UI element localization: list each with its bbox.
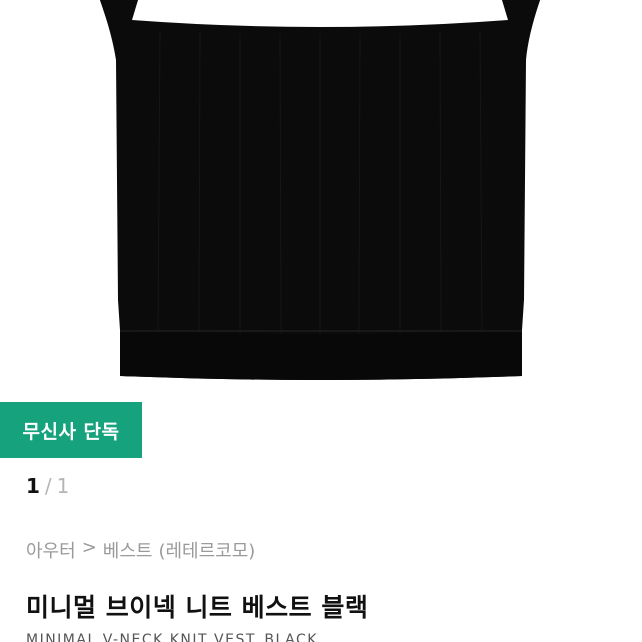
product-english-name: MINIMAL V-NECK KNIT VEST_BLACK [26,632,318,642]
breadcrumb: 아우터 > 베스트 (레테르코모) [26,537,255,563]
exclusive-badge: 무신사 단독 [0,402,142,458]
pager-total: 1 [56,474,70,498]
pager-separator: / [44,474,52,498]
breadcrumb-subcategory[interactable]: 베스트 [103,537,153,563]
product-title: 미니멀 브이넥 니트 베스트 블랙 [26,593,369,622]
breadcrumb-arrow: > [81,537,97,558]
product-photo-black-knit-vest [100,0,540,380]
product-detail-page: 무신사 단독 1 / 1 아우터 > 베스트 (레테르코모) 미니멀 브이넥 니… [0,0,642,642]
pager-current: 1 [26,474,40,498]
breadcrumb-brand[interactable]: (레테르코모) [158,537,255,563]
product-image-carousel[interactable]: 무신사 단독 [0,0,642,458]
image-pager: 1 / 1 [26,474,69,498]
breadcrumb-category[interactable]: 아우터 [26,537,76,563]
